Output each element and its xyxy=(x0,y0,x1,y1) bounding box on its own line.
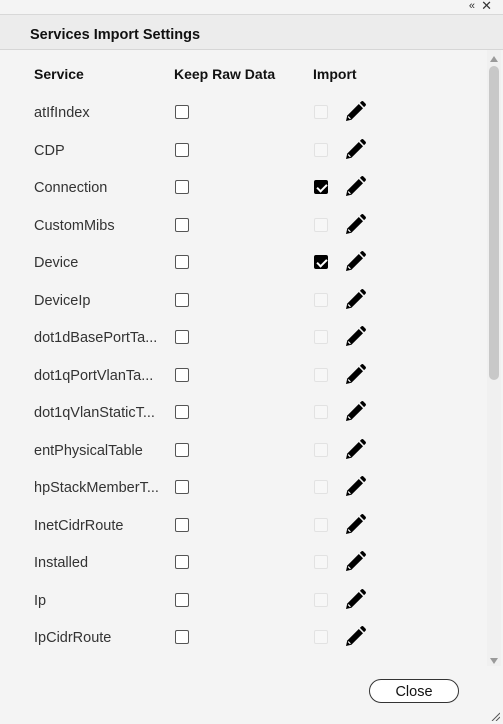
table-row: hpStackMemberT... xyxy=(0,475,486,508)
table-row: IpCidrRoute xyxy=(0,625,486,658)
scroll-down-arrow-icon[interactable] xyxy=(490,658,498,664)
service-name: Device xyxy=(34,255,79,271)
pencil-icon[interactable] xyxy=(343,513,367,537)
dialog-title-bar: Services Import Settings xyxy=(0,14,503,50)
service-name: hpStackMemberT... xyxy=(34,480,159,496)
import-checkbox xyxy=(314,555,328,569)
import-checkbox[interactable] xyxy=(314,180,328,194)
close-button[interactable]: Close xyxy=(369,679,459,703)
table-row: CustomMibs xyxy=(0,213,486,246)
import-checkbox xyxy=(314,367,328,382)
import-checkbox xyxy=(314,330,328,344)
table-row: DeviceIp xyxy=(0,288,486,321)
service-name: dot1qPortVlanTa... xyxy=(34,367,154,384)
scroll-up-arrow-icon[interactable] xyxy=(490,56,498,62)
collapse-icon[interactable]: « xyxy=(469,0,475,12)
import-checkbox xyxy=(314,442,328,457)
close-icon[interactable]: ✕ xyxy=(481,0,492,13)
keep-raw-data-checkbox[interactable] xyxy=(175,442,189,457)
table-row: InetCidrRoute xyxy=(0,513,486,546)
column-header-import: Import xyxy=(313,66,357,82)
keep-raw-data-checkbox[interactable] xyxy=(175,105,189,119)
keep-raw-data-checkbox[interactable] xyxy=(175,330,189,344)
service-name: CustomMibs xyxy=(34,217,115,234)
keep-raw-data-checkbox[interactable] xyxy=(175,592,189,607)
keep-raw-data-checkbox[interactable] xyxy=(175,517,189,532)
keep-raw-data-checkbox[interactable] xyxy=(175,630,189,644)
import-checkbox xyxy=(314,405,328,419)
keep-raw-data-checkbox[interactable] xyxy=(175,180,189,194)
service-name: CDP xyxy=(34,142,65,159)
import-checkbox xyxy=(314,480,328,494)
table-row: dot1qVlanStaticT... xyxy=(0,400,486,433)
import-checkbox xyxy=(314,630,328,644)
column-header-service: Service xyxy=(34,66,84,82)
services-table: Service Keep Raw Data Import atIfIndex CD… xyxy=(0,50,486,666)
service-name: atIfIndex xyxy=(34,105,90,121)
dialog-title: Services Import Settings xyxy=(30,27,201,43)
keep-raw-data-checkbox[interactable] xyxy=(175,217,189,232)
pencil-icon[interactable] xyxy=(343,438,367,462)
vertical-scrollbar[interactable] xyxy=(487,50,501,666)
import-checkbox[interactable] xyxy=(314,255,328,269)
import-checkbox xyxy=(314,592,328,607)
keep-raw-data-checkbox[interactable] xyxy=(175,255,189,269)
pencil-icon[interactable] xyxy=(343,588,367,612)
pencil-icon[interactable] xyxy=(343,475,367,499)
pencil-icon[interactable] xyxy=(343,363,367,387)
resize-grip-icon[interactable] xyxy=(490,711,500,721)
import-checkbox xyxy=(314,105,328,119)
keep-raw-data-checkbox[interactable] xyxy=(175,405,189,419)
pencil-icon[interactable] xyxy=(343,175,367,199)
import-checkbox xyxy=(314,292,328,307)
service-name: entPhysicalTable xyxy=(34,442,143,459)
table-header: Service Keep Raw Data Import xyxy=(0,66,486,86)
table-row: Device xyxy=(0,250,486,283)
pencil-icon[interactable] xyxy=(343,325,367,349)
service-name: Installed xyxy=(34,555,89,571)
table-row: dot1dBasePortTa... xyxy=(0,325,486,358)
service-name: Ip xyxy=(34,592,47,609)
import-checkbox xyxy=(314,217,328,232)
table-row: entPhysicalTable xyxy=(0,438,486,471)
table-row: Connection xyxy=(0,175,486,208)
service-name: InetCidrRoute xyxy=(34,517,124,534)
table-row: Ip xyxy=(0,588,486,621)
table-row: dot1qPortVlanTa... xyxy=(0,363,486,396)
keep-raw-data-checkbox[interactable] xyxy=(175,292,189,307)
pencil-icon[interactable] xyxy=(343,213,367,237)
keep-raw-data-checkbox[interactable] xyxy=(175,480,189,494)
table-row: Installed xyxy=(0,550,486,583)
pencil-icon[interactable] xyxy=(343,288,367,312)
scrollbar-thumb[interactable] xyxy=(489,66,499,380)
service-name: dot1qVlanStaticT... xyxy=(34,405,155,421)
keep-raw-data-checkbox[interactable] xyxy=(175,367,189,382)
import-checkbox xyxy=(314,142,328,157)
pencil-icon[interactable] xyxy=(343,250,367,274)
table-row: CDP xyxy=(0,138,486,171)
import-checkbox xyxy=(314,517,328,532)
table-row: atIfIndex xyxy=(0,100,486,133)
column-header-keep-raw-data: Keep Raw Data xyxy=(174,66,276,82)
service-name: IpCidrRoute xyxy=(34,630,112,646)
pencil-icon[interactable] xyxy=(343,625,367,649)
pencil-icon[interactable] xyxy=(343,138,367,162)
keep-raw-data-checkbox[interactable] xyxy=(175,142,189,157)
service-name: DeviceIp xyxy=(34,292,91,309)
pencil-icon[interactable] xyxy=(343,100,367,124)
pencil-icon[interactable] xyxy=(343,400,367,424)
service-name: Connection xyxy=(34,180,108,196)
window-topbar: « ✕ xyxy=(0,0,503,14)
keep-raw-data-checkbox[interactable] xyxy=(175,555,189,569)
pencil-icon[interactable] xyxy=(343,550,367,574)
service-name: dot1dBasePortTa... xyxy=(34,330,158,346)
